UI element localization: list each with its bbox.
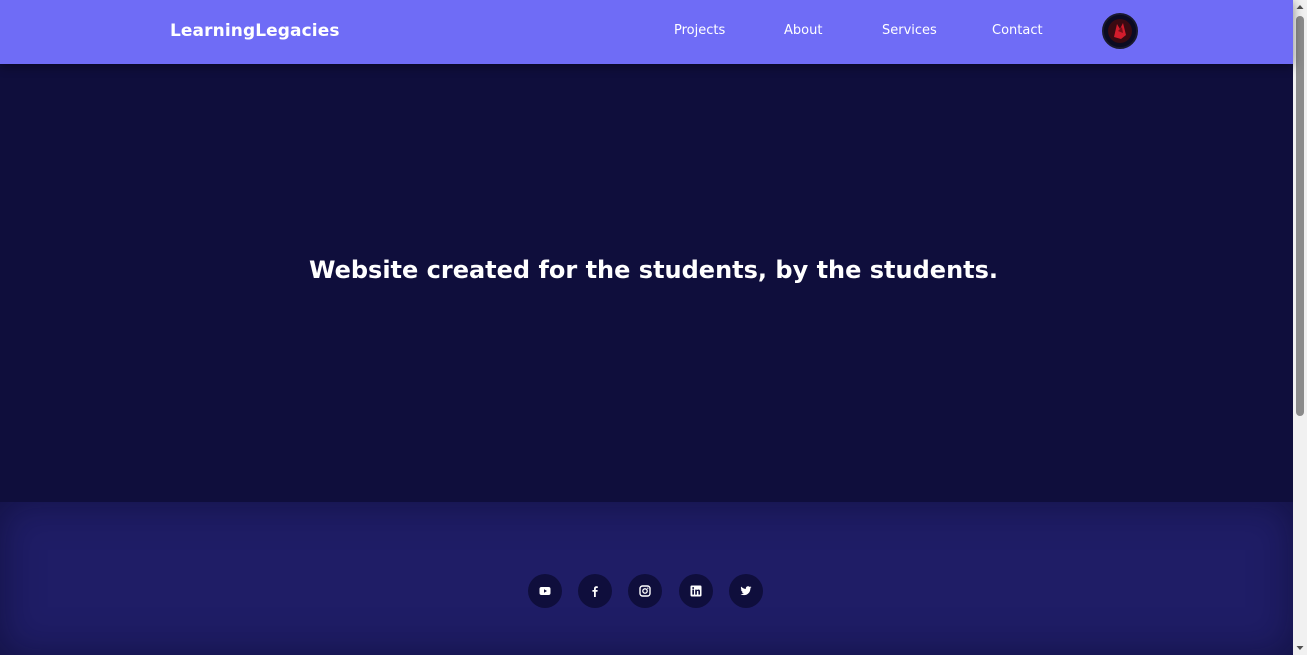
brand-logo[interactable]: LearningLegacies <box>170 21 340 41</box>
youtube-icon <box>539 587 551 595</box>
scrollbar-thumb[interactable] <box>1296 16 1304 416</box>
avatar-image <box>1104 15 1136 47</box>
scroll-down-icon[interactable] <box>1293 643 1307 653</box>
instagram-icon <box>639 585 651 597</box>
linkedin-icon <box>690 585 702 597</box>
vertical-scrollbar[interactable] <box>1293 0 1307 655</box>
hero-title: Website created for the students, by the… <box>308 256 999 284</box>
nav-link-services[interactable]: Services <box>882 23 937 38</box>
navbar: LearningLegacies Projects About Services… <box>0 0 1293 64</box>
twitter-icon <box>740 586 752 596</box>
page: LearningLegacies Projects About Services… <box>0 0 1293 655</box>
facebook-link[interactable] <box>578 574 612 608</box>
hero-section: Website created for the students, by the… <box>0 64 1293 502</box>
nav-link-about[interactable]: About <box>784 23 822 38</box>
scroll-up-icon[interactable] <box>1293 2 1307 12</box>
twitter-link[interactable] <box>729 574 763 608</box>
youtube-link[interactable] <box>528 574 562 608</box>
avatar[interactable] <box>1102 13 1138 49</box>
instagram-link[interactable] <box>628 574 662 608</box>
nav-link-projects[interactable]: Projects <box>674 23 725 38</box>
nav-link-contact[interactable]: Contact <box>992 23 1043 38</box>
linkedin-link[interactable] <box>679 574 713 608</box>
footer <box>0 502 1293 655</box>
facebook-icon <box>592 586 598 597</box>
